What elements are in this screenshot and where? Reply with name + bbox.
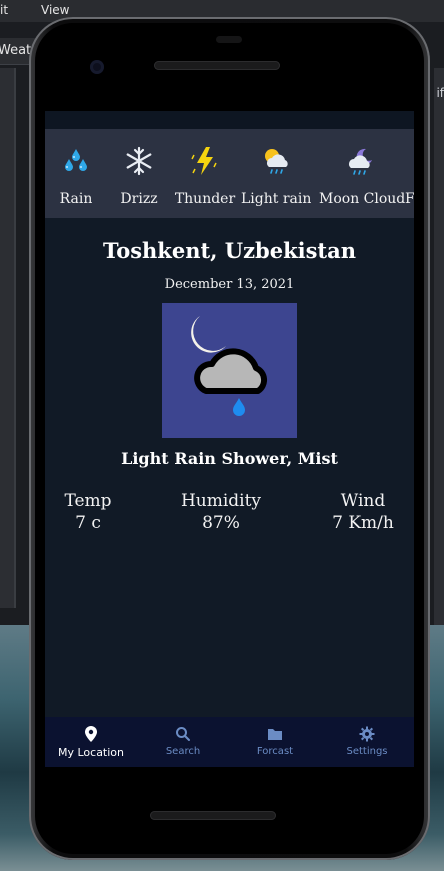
stat-value: 7 Km/h (332, 513, 394, 533)
condition-label: Moon Cloud (319, 191, 406, 207)
nav-label: Search (165, 746, 201, 757)
folder-icon (268, 729, 282, 740)
condition-item-moon-cloud[interactable]: Moon Cloud (319, 129, 406, 218)
condition-label: Rain (59, 191, 93, 207)
nav-settings[interactable]: Settings (321, 717, 413, 767)
current-weather-tile (162, 303, 297, 438)
front-camera-icon (90, 60, 104, 74)
stat-label: Humidity (180, 491, 262, 511)
condition-item-thunder[interactable]: Thunder (173, 129, 237, 218)
desktop-tab-label: Weat (0, 43, 32, 58)
lightning-icon (191, 147, 217, 175)
app-screen: Rain Drizz Thunder Light rain Moon Cloud… (45, 111, 414, 767)
moon-cloud-icon (349, 148, 372, 175)
stat-label: Temp (64, 491, 112, 511)
search-icon (176, 727, 190, 741)
condition-label: F (405, 191, 414, 207)
stat-label: Wind (340, 491, 386, 511)
date-text: December 13, 2021 (164, 277, 295, 292)
nav-label: Forcast (256, 746, 294, 757)
nav-forcast[interactable]: Forcast (229, 717, 321, 767)
desktop-side-panel (0, 68, 16, 608)
nav-label: Settings (346, 746, 388, 757)
weather-description: Light Rain Shower, Mist (121, 449, 338, 468)
stat-temp: Temp 7 c (53, 490, 123, 534)
condition-label: Drizz (120, 191, 158, 207)
conditions-carousel[interactable]: Rain Drizz Thunder Light rain Moon Cloud… (45, 129, 414, 218)
gear-icon (359, 726, 375, 742)
stat-value: 7 c (75, 513, 101, 533)
nav-label: My Location (57, 746, 125, 759)
condition-item-rain[interactable]: Rain (54, 129, 98, 218)
location-pin-icon (85, 726, 97, 742)
desktop-right-panel (434, 68, 444, 628)
desktop-menu-view[interactable]: View (41, 3, 69, 17)
phone-sensor (216, 36, 242, 43)
moon-cloud-rain-icon (191, 316, 267, 416)
condition-item-light-rain[interactable]: Light rain (241, 129, 311, 218)
nav-my-location[interactable]: My Location (45, 717, 137, 767)
condition-item-partial[interactable]: F (405, 129, 414, 218)
status-bar (45, 111, 414, 129)
bottom-nav: My Location Search Forcast Settings (45, 717, 414, 767)
stat-value: 87% (202, 513, 240, 533)
stat-wind: Wind 7 Km/h (323, 490, 403, 534)
stat-humidity: Humidity 87% (171, 490, 271, 534)
condition-item-drizz[interactable]: Drizz (115, 129, 163, 218)
condition-label: Light rain (241, 191, 312, 207)
desktop-menu-item[interactable]: it (0, 3, 8, 17)
sun-cloud-rain-icon (265, 149, 288, 174)
city-title: Toshkent, Uzbekistan (102, 238, 357, 263)
bottom-speaker (150, 811, 276, 820)
rain-drops-icon (65, 149, 87, 171)
nav-search[interactable]: Search (137, 717, 229, 767)
desktop-right-text: if (436, 86, 444, 100)
snowflake-icon (126, 146, 152, 176)
condition-label: Thunder (174, 191, 236, 207)
earpiece-speaker (154, 61, 280, 70)
